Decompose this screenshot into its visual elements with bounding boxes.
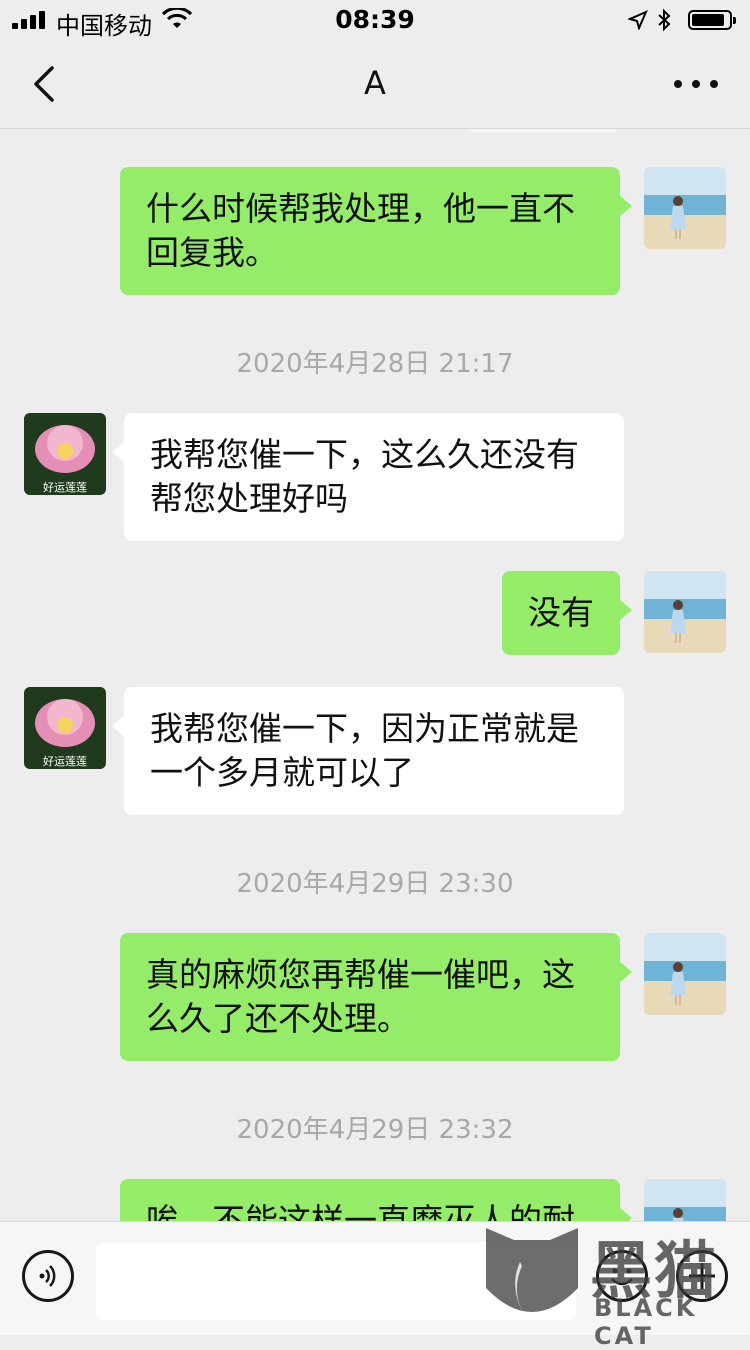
timestamp: 2020年4月29日 23:32 (236, 1115, 514, 1145)
message-text-line: 什么时候帮我处理，他一直不 (146, 189, 575, 228)
message-bubble-incoming[interactable]: 我帮您催一下，这么久还没有 帮您处理好吗 (112, 413, 624, 541)
bluetooth-icon (658, 8, 671, 32)
battery-level (692, 14, 724, 26)
battery-icon (688, 10, 736, 30)
chat-header: A (0, 40, 750, 129)
message-text-line: 一个多月就可以了 (150, 753, 414, 792)
message-bubble-outgoing[interactable]: 真的麻烦您再帮催一催吧，这 么久了还不处理。 (120, 933, 632, 1061)
emoji-button[interactable] (596, 1250, 648, 1302)
message-bubble-outgoing[interactable]: 什么时候帮我处理，他一直不 回复我。 (120, 167, 632, 295)
avatar-caption: 好运莲莲 (43, 480, 87, 494)
location-icon (628, 10, 648, 30)
my-avatar[interactable] (644, 571, 726, 653)
message-text-line: 么久了还不处理。 (146, 999, 410, 1038)
contact-avatar[interactable]: 好运莲莲 (24, 687, 106, 769)
my-avatar[interactable] (644, 933, 726, 1015)
my-avatar[interactable] (644, 167, 726, 249)
more-options-button[interactable] (674, 80, 718, 90)
message-bubble-outgoing[interactable]: 没有 (502, 571, 632, 655)
message-bubble-incoming[interactable]: 我帮您催一下，因为正常就是 一个多月就可以了 (112, 687, 624, 815)
message-list[interactable]: 什么时候帮我处理，他一直不 回复我。 2020年4月28日 21:17 好运莲莲… (0, 129, 750, 1221)
message-text-line: 我帮您催一下，因为正常就是 (150, 709, 579, 748)
message-text-line: 帮您处理好吗 (150, 479, 348, 518)
message-text-line: 我帮您催一下，这么久还没有 (150, 435, 579, 474)
input-bar (0, 1221, 750, 1335)
voice-button[interactable] (22, 1250, 74, 1302)
message-text-line: 没有 (528, 593, 594, 632)
status-bar: 中国移动 08:39 (0, 0, 750, 40)
my-avatar[interactable] (644, 1179, 726, 1221)
voice-icon (39, 1265, 56, 1287)
plus-button[interactable] (676, 1250, 728, 1302)
contact-avatar[interactable]: 好运莲莲 (24, 413, 106, 495)
timestamp: 2020年4月28日 21:17 (236, 349, 514, 379)
message-text-line: 唉，不能这样一直磨灭人的耐 (146, 1201, 575, 1221)
chat-title: A (364, 64, 386, 102)
timestamp: 2020年4月29日 23:30 (236, 869, 514, 899)
previous-message-edge (468, 129, 618, 133)
message-bubble-outgoing[interactable]: 唉，不能这样一直磨灭人的耐 (120, 1179, 632, 1221)
message-input[interactable] (96, 1242, 576, 1320)
message-text-line: 真的麻烦您再帮催一催吧，这 (146, 955, 575, 994)
message-text-line: 回复我。 (146, 233, 278, 272)
emoji-icon (611, 1268, 633, 1286)
avatar-caption: 好运莲莲 (43, 754, 87, 768)
